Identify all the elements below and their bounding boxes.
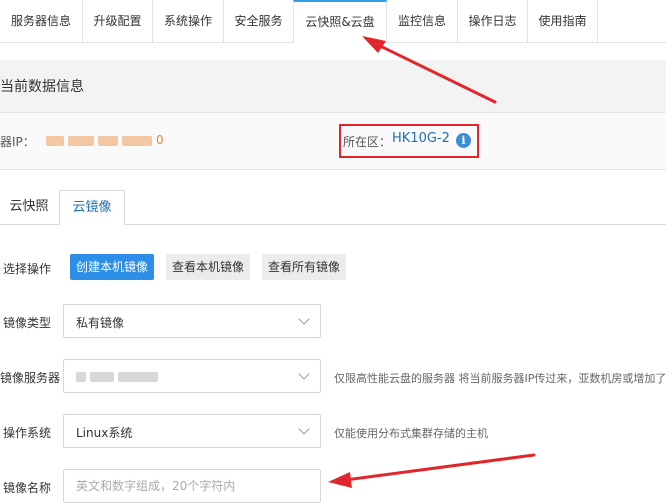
annotation-arrow-top xyxy=(362,36,497,104)
annotation-arrow-bottom xyxy=(328,453,536,488)
annotation-arrows xyxy=(328,36,536,488)
